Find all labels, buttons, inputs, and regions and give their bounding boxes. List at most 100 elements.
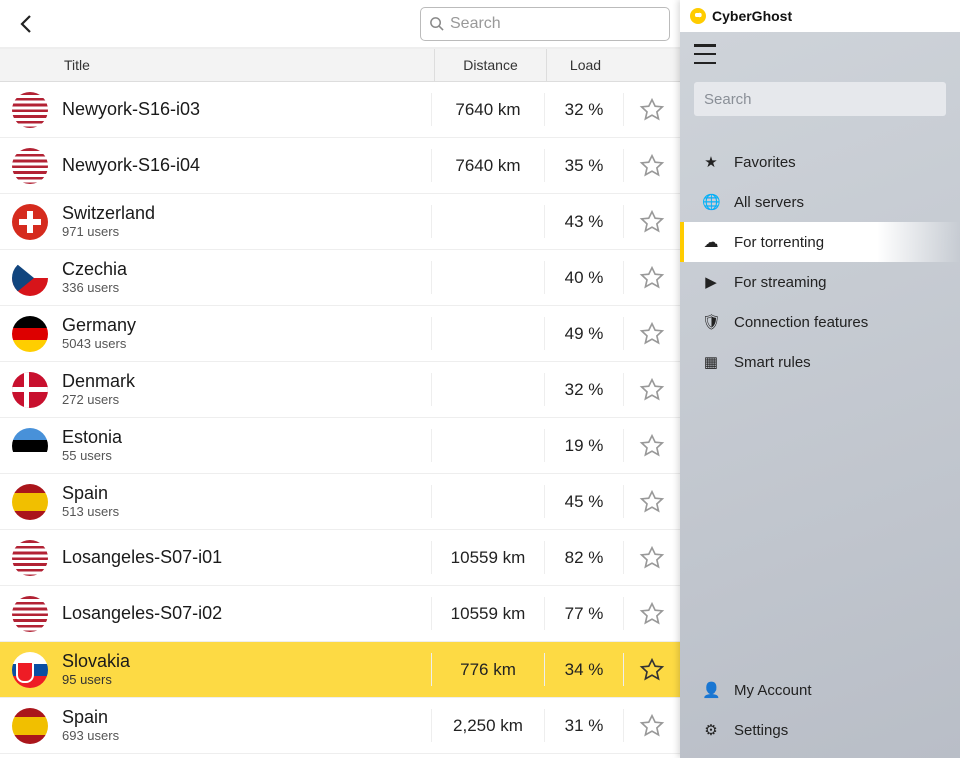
server-users: 272 users — [62, 393, 431, 408]
user-icon: 👤 — [702, 681, 720, 699]
menu-item-settings[interactable]: ⚙Settings — [680, 710, 960, 750]
server-title-cell: Spain693 users — [62, 707, 431, 745]
flag-icon — [12, 204, 48, 240]
search-input[interactable] — [450, 15, 661, 33]
favorite-star-icon[interactable] — [639, 209, 665, 235]
server-list-pane: Title Distance Load Newyork-S16-i037640 … — [0, 0, 680, 758]
flag-icon — [12, 652, 48, 688]
server-row[interactable]: Spain513 users45 % — [0, 474, 680, 530]
sidebar-search-input[interactable] — [704, 91, 936, 108]
server-name: Spain — [62, 483, 431, 504]
favorite-star-icon[interactable] — [639, 265, 665, 291]
server-row[interactable]: Slovakia95 users776 km34 % — [0, 642, 680, 698]
server-users: 55 users — [62, 449, 431, 464]
flag-icon — [12, 260, 48, 296]
chevron-left-icon — [19, 14, 33, 34]
column-header: Title Distance Load — [0, 48, 680, 82]
menu-item-for-torrenting[interactable]: ☁For torrenting — [680, 222, 960, 262]
server-name: Newyork-S16-i04 — [62, 155, 431, 176]
flag-icon — [12, 92, 48, 128]
server-row[interactable]: Spain693 users2,250 km31 % — [0, 698, 680, 754]
server-load: 77 % — [545, 604, 623, 624]
col-title[interactable]: Title — [62, 57, 434, 73]
server-row[interactable]: Newyork-S16-i037640 km32 % — [0, 82, 680, 138]
favorite-star-icon[interactable] — [639, 601, 665, 627]
favorite-star-icon[interactable] — [639, 713, 665, 739]
server-distance: 776 km — [432, 660, 544, 680]
flag-icon — [12, 316, 48, 352]
server-name: Switzerland — [62, 203, 431, 224]
server-distance: 7640 km — [432, 100, 544, 120]
server-users: 513 users — [62, 505, 431, 520]
server-row[interactable]: Denmark272 users 32 % — [0, 362, 680, 418]
server-users: 5043 users — [62, 337, 431, 352]
topbar — [0, 0, 680, 48]
globe-icon: 🌐 — [702, 193, 720, 211]
menu-item-favorites[interactable]: ★Favorites — [680, 142, 960, 182]
server-users: 971 users — [62, 225, 431, 240]
server-row[interactable]: Newyork-S16-i047640 km35 % — [0, 138, 680, 194]
favorite-star-icon[interactable] — [639, 97, 665, 123]
server-title-cell: Slovakia95 users — [62, 651, 431, 689]
server-name: Germany — [62, 315, 431, 336]
server-users: 95 users — [62, 673, 431, 688]
server-list: Newyork-S16-i037640 km32 %Newyork-S16-i0… — [0, 82, 680, 754]
menu-item-smart-rules[interactable]: ▦Smart rules — [680, 342, 960, 382]
back-button[interactable] — [10, 8, 42, 40]
server-row[interactable]: Switzerland971 users43 % — [0, 194, 680, 250]
menu-item-all-servers[interactable]: 🌐All servers — [680, 182, 960, 222]
menu-item-connection-features[interactable]: 🛡Connection features — [680, 302, 960, 342]
favorite-star-icon[interactable] — [639, 321, 665, 347]
brand-name: CyberGhost — [712, 8, 792, 24]
server-users: 693 users — [62, 729, 431, 744]
cyberghost-logo-icon — [690, 8, 706, 24]
menu-item-my-account[interactable]: 👤 My Account — [680, 670, 960, 710]
hamburger-button[interactable] — [694, 44, 718, 64]
col-load[interactable]: Load — [546, 49, 624, 81]
flag-icon — [12, 596, 48, 632]
star-icon: ★ — [702, 153, 720, 171]
server-row[interactable]: Losangeles-S07-i0110559 km82 % — [0, 530, 680, 586]
server-row[interactable]: Germany5043 users 49 % — [0, 306, 680, 362]
server-users: 336 users — [62, 281, 431, 296]
col-distance[interactable]: Distance — [434, 49, 546, 81]
gear-icon: ⚙ — [702, 721, 720, 739]
server-title-cell: Germany5043 users — [62, 315, 431, 353]
rules-icon: ▦ — [702, 353, 720, 371]
server-row[interactable]: Czechia336 users40 % — [0, 250, 680, 306]
server-load: 32 % — [545, 380, 623, 400]
flag-icon — [12, 540, 48, 576]
server-title-cell: Denmark272 users — [62, 371, 431, 409]
favorite-star-icon[interactable] — [639, 153, 665, 179]
flag-icon — [12, 484, 48, 520]
favorite-star-icon[interactable] — [639, 377, 665, 403]
server-name: Estonia — [62, 427, 431, 448]
search-icon — [429, 16, 444, 31]
menu-item-label: My Account — [734, 682, 812, 699]
search-box[interactable] — [420, 7, 670, 41]
sidebar-search-box[interactable] — [694, 82, 946, 116]
server-name: Czechia — [62, 259, 431, 280]
sidebar-header: CyberGhost — [680, 0, 960, 32]
flag-icon — [12, 372, 48, 408]
favorite-star-icon[interactable] — [639, 657, 665, 683]
server-name: Losangeles-S07-i02 — [62, 603, 431, 624]
server-load: 31 % — [545, 716, 623, 736]
server-title-cell: Losangeles-S07-i01 — [62, 547, 431, 568]
sidebar-menu: ★Favorites🌐All servers☁For torrenting▶Fo… — [680, 142, 960, 382]
server-row[interactable]: Estonia55 users 19 % — [0, 418, 680, 474]
favorite-star-icon[interactable] — [639, 489, 665, 515]
server-name: Denmark — [62, 371, 431, 392]
server-load: 49 % — [545, 324, 623, 344]
favorite-star-icon[interactable] — [639, 433, 665, 459]
menu-item-label: Connection features — [734, 314, 868, 331]
server-row[interactable]: Losangeles-S07-i0210559 km77 % — [0, 586, 680, 642]
server-load: 19 % — [545, 436, 623, 456]
server-title-cell: Czechia336 users — [62, 259, 431, 297]
flag-icon — [12, 148, 48, 184]
favorite-star-icon[interactable] — [639, 545, 665, 571]
server-load: 82 % — [545, 548, 623, 568]
server-title-cell: Spain513 users — [62, 483, 431, 521]
server-title-cell: Newyork-S16-i03 — [62, 99, 431, 120]
menu-item-for-streaming[interactable]: ▶For streaming — [680, 262, 960, 302]
